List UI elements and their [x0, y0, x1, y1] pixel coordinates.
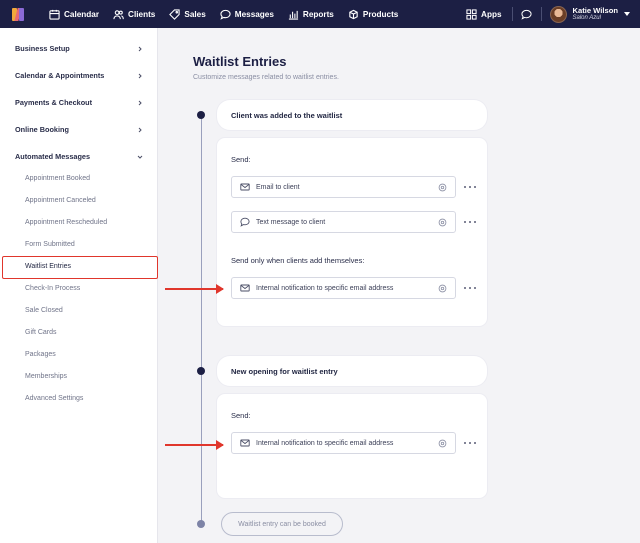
user-name: Katie Wilson	[572, 5, 619, 15]
more-options-icon[interactable]	[464, 440, 476, 446]
more-options-icon[interactable]	[464, 184, 476, 190]
timeline-dot	[197, 367, 205, 375]
sidebar-section-automated-messages[interactable]: Automated Messages	[15, 152, 143, 161]
sidebar-item-packages[interactable]: Packages	[25, 351, 56, 358]
timeline-dot	[197, 520, 205, 528]
caret-down-icon	[624, 12, 630, 16]
sidebar-section-online-booking[interactable]: Online Booking	[15, 125, 143, 134]
sidebar-section-business-setup[interactable]: Business Setup	[15, 44, 143, 53]
annotation-arrow	[165, 284, 224, 294]
user-business: Salon Azul	[572, 14, 601, 21]
sidebar-item-check-in-process[interactable]: Check-In Process	[25, 285, 80, 292]
step-card-added-to-waitlist: Send: Email to client Text message to cl…	[217, 138, 487, 326]
gear-icon[interactable]	[438, 183, 447, 192]
chevron-right-icon	[138, 127, 142, 132]
apps-grid-icon	[466, 8, 477, 20]
conditional-send-label: Send only when clients add themselves:	[231, 256, 365, 265]
more-options-icon[interactable]	[464, 285, 476, 291]
timeline-dot	[197, 111, 205, 119]
gear-icon[interactable]	[438, 439, 447, 448]
envelope-icon	[240, 183, 250, 191]
sidebar-item-appointment-rescheduled[interactable]: Appointment Rescheduled	[25, 219, 107, 226]
nav-calendar[interactable]: Calendar	[42, 0, 106, 28]
sidebar-item-gift-cards[interactable]: Gift Cards	[25, 329, 57, 336]
step-header-added-to-waitlist: Client was added to the waitlist	[217, 100, 487, 130]
chart-icon	[288, 10, 299, 20]
nav-clients[interactable]: Clients	[106, 0, 162, 28]
send-label: Send:	[231, 411, 251, 420]
sidebar-section-calendar-appointments[interactable]: Calendar & Appointments	[15, 71, 143, 80]
sidebar-section-payments-checkout[interactable]: Payments & Checkout	[15, 98, 143, 107]
user-menu[interactable]: Katie Wilson Salon Azul	[542, 5, 640, 23]
chat-button[interactable]	[513, 9, 541, 20]
envelope-icon	[240, 439, 250, 447]
sidebar-item-appointment-canceled[interactable]: Appointment Canceled	[25, 197, 96, 204]
envelope-icon	[240, 284, 250, 292]
app-logo[interactable]	[12, 7, 24, 21]
chat-bubble-icon	[521, 9, 532, 20]
sidebar-item-form-submitted[interactable]: Form Submitted	[25, 241, 75, 248]
sidebar-item-appointment-booked[interactable]: Appointment Booked	[25, 175, 90, 182]
user-text: Katie Wilson Salon Azul	[572, 5, 619, 21]
internal-notification-label: Internal notification to specific email …	[256, 439, 394, 447]
chevron-right-icon	[138, 73, 142, 78]
chevron-right-icon	[138, 46, 142, 51]
sidebar-item-waitlist-entries[interactable]: Waitlist Entries	[25, 263, 71, 270]
sidebar-section-label: Calendar & Appointments	[15, 71, 105, 80]
message-icon	[220, 9, 231, 20]
nav-messages-label: Messages	[234, 9, 274, 19]
text-message-to-client-label: Text message to client	[256, 218, 326, 226]
nav-products[interactable]: Products	[341, 0, 406, 28]
nav-messages[interactable]: Messages	[213, 0, 281, 28]
nav-sales[interactable]: Sales	[162, 0, 212, 28]
sidebar-section-label: Automated Messages	[15, 152, 91, 161]
main-nav: Calendar Clients Sales Messages Reports …	[42, 0, 405, 28]
chevron-right-icon	[138, 100, 142, 105]
step-card-new-opening: Send: Internal notification to specific …	[217, 394, 487, 498]
sidebar-item-memberships[interactable]: Memberships	[25, 373, 67, 380]
send-label: Send:	[231, 155, 251, 164]
nav-sales-label: Sales	[184, 9, 206, 19]
calendar-icon	[49, 9, 60, 20]
email-to-client-field[interactable]: Email to client	[231, 176, 456, 198]
gear-icon[interactable]	[438, 218, 447, 227]
page-subtitle: Customize messages related to waitlist e…	[193, 74, 339, 81]
sidebar-section-label: Business Setup	[15, 44, 70, 53]
email-to-client-label: Email to client	[256, 183, 300, 191]
internal-notification-field[interactable]: Internal notification to specific email …	[231, 432, 456, 454]
sidebar-section-label: Online Booking	[15, 125, 69, 134]
chat-bubble-icon	[240, 217, 250, 227]
page-title: Waitlist Entries	[193, 54, 287, 69]
clients-icon	[113, 9, 124, 19]
nav-reports[interactable]: Reports	[281, 0, 341, 28]
sidebar-item-sale-closed[interactable]: Sale Closed	[25, 307, 63, 314]
sidebar-section-label: Payments & Checkout	[15, 98, 93, 107]
more-options-icon[interactable]	[464, 219, 476, 225]
nav-calendar-label: Calendar	[64, 9, 100, 19]
avatar	[549, 5, 567, 23]
nav-clients-label: Clients	[128, 9, 156, 19]
timeline-line	[201, 114, 202, 524]
nav-reports-label: Reports	[302, 9, 334, 19]
chevron-down-icon	[137, 155, 143, 159]
top-navigation-bar: Calendar Clients Sales Messages Reports …	[0, 0, 640, 28]
nav-right: Apps Katie Wilson Salon Azul	[456, 0, 640, 28]
nav-products-label: Products	[362, 9, 399, 19]
annotation-arrow	[165, 440, 224, 450]
sidebar-item-advanced-settings[interactable]: Advanced Settings	[25, 395, 83, 402]
box-icon	[349, 9, 358, 19]
apps-button[interactable]: Apps	[456, 8, 511, 20]
internal-notification-label: Internal notification to specific email …	[256, 284, 394, 292]
step-header-new-opening: New opening for waitlist entry	[217, 356, 487, 386]
tag-icon	[169, 8, 180, 20]
apps-label: Apps	[481, 9, 502, 19]
settings-sidebar: Business Setup Calendar & Appointments P…	[0, 28, 158, 543]
gear-icon[interactable]	[438, 284, 447, 293]
internal-notification-field[interactable]: Internal notification to specific email …	[231, 277, 456, 299]
main-content: Waitlist Entries Customize messages rela…	[159, 28, 640, 543]
text-message-to-client-field[interactable]: Text message to client	[231, 211, 456, 233]
step-header-can-be-booked[interactable]: Waitlist entry can be booked	[221, 512, 343, 536]
